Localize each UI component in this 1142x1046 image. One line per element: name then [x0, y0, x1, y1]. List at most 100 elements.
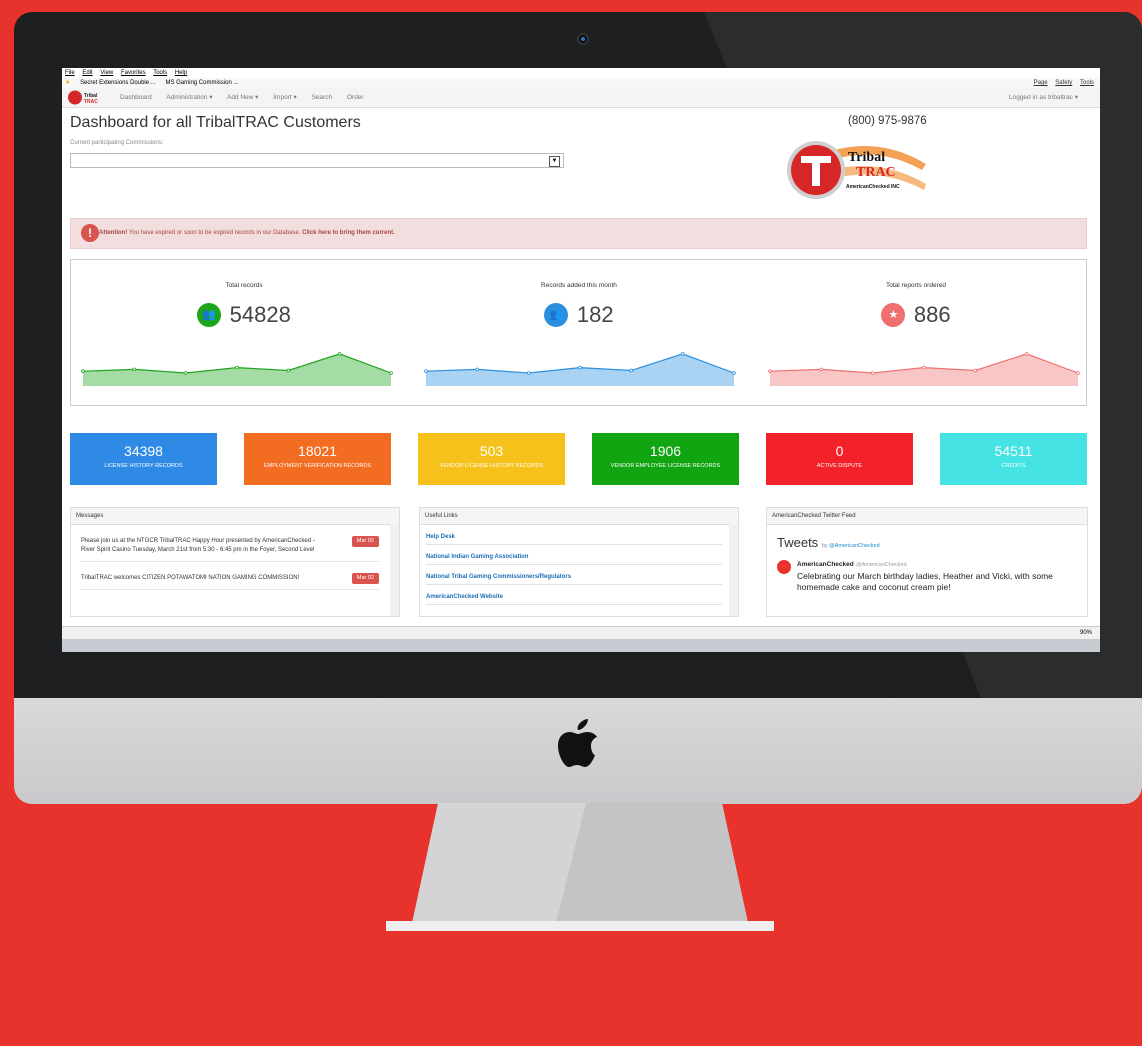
page-menu[interactable]: Page: [1034, 80, 1048, 86]
link-americanchecked[interactable]: AmericanChecked Website: [426, 585, 722, 605]
nav-dashboard[interactable]: Dashboard: [120, 94, 152, 101]
stat-value: 182: [576, 302, 614, 327]
users-icon: 👥: [197, 303, 222, 327]
sparkline-point: [768, 369, 772, 374]
logo-tagline: AmericanChecked INC: [846, 184, 900, 190]
tile-value: 1906: [649, 443, 682, 459]
sparkline-point: [819, 367, 824, 372]
sparkline-point: [475, 367, 480, 372]
star-icon: ★: [881, 303, 906, 327]
sparkline-point: [424, 369, 428, 374]
tile-employment-verification[interactable]: 18021 EMPLOYMENT VERIFICATION RECORDS: [244, 433, 391, 485]
browser-window: File Edit View Favorites Tools Help ★ Se…: [62, 68, 1100, 652]
chevron-down-icon[interactable]: ▼: [549, 156, 560, 167]
tile-credits[interactable]: 54511 CREDITS: [940, 433, 1087, 485]
nav-search[interactable]: Search: [312, 94, 333, 101]
os-taskbar: [62, 639, 1100, 652]
phone-number: (800) 975-9876: [848, 115, 927, 127]
menu-file[interactable]: File: [65, 70, 75, 76]
tile-value: 18021: [298, 443, 337, 459]
messages-title: Messages: [71, 508, 399, 525]
sparkline-records-month: [424, 352, 736, 386]
alert-text: You have expired or soon to be expired r…: [127, 230, 303, 236]
tile-vendor-employee[interactable]: 1906 VENDOR EMPLOYEE LICENSE RECORDS: [592, 433, 739, 485]
favorites-star-icon[interactable]: ★: [65, 80, 70, 86]
favorite-link[interactable]: Secret Extensions Double ...: [80, 80, 156, 86]
sparkline-point: [526, 371, 531, 375]
tribaltrac-logo[interactable]: Tribal TRAC: [68, 90, 106, 105]
stats-panel: Total records 👥 54828 Records added this…: [70, 259, 1087, 406]
tile-value: 34398: [124, 443, 163, 459]
tile-label: ACTIVE DISPUTE: [816, 463, 863, 469]
alert-lead: Attention!: [99, 230, 128, 236]
tools-menu[interactable]: Tools: [1080, 80, 1094, 86]
ie-menu-bar: File Edit View Favorites Tools Help: [62, 68, 1100, 78]
ie-status-bar: 90%: [62, 626, 1100, 640]
menu-view[interactable]: View: [100, 70, 113, 76]
links-scrollbar[interactable]: [729, 524, 738, 616]
tile-license-history[interactable]: 34398 LICENSE HISTORY RECORDS: [70, 433, 217, 485]
nav-order[interactable]: Order: [347, 94, 364, 101]
messages-scrollbar[interactable]: [390, 524, 399, 616]
stat-records-month: Records added this month 👥 182: [414, 260, 744, 405]
commissions-select[interactable]: ▼: [70, 153, 564, 168]
tile-label: CREDITS: [1001, 463, 1026, 469]
tile-value: 0: [835, 443, 844, 459]
app-navbar: Tribal TRAC Dashboard Administration ▾ A…: [62, 88, 1100, 108]
tile-value: 503: [479, 443, 504, 459]
sparkline-point: [1076, 371, 1080, 375]
alert-link[interactable]: Click here to bring them current.: [302, 230, 395, 236]
summary-tiles: 34398 LICENSE HISTORY RECORDS 18021 EMPL…: [70, 433, 1087, 485]
favorite-link[interactable]: MS Gaming Commission ...: [165, 80, 238, 86]
link-niga[interactable]: National Indian Gaming Association: [426, 545, 722, 565]
sparkline-point: [81, 369, 85, 374]
sparkline-point: [732, 371, 736, 375]
tweet-text: Celebrating our March birthday ladies, H…: [797, 571, 1053, 592]
menu-tools[interactable]: Tools: [153, 70, 167, 76]
sparkline-point: [870, 371, 875, 375]
message-text: Please join us at the NTGCR TribalTRAC H…: [81, 538, 315, 553]
twitter-title: AmericanChecked Twitter Feed: [767, 508, 1087, 525]
useful-links-panel: Useful Links Help Desk National Indian G…: [419, 507, 739, 617]
useful-links-title: Useful Links: [420, 508, 738, 525]
sparkline-reports-ordered: [768, 352, 1080, 386]
nav-import[interactable]: Import ▾: [273, 94, 297, 101]
imac-stand: [386, 803, 774, 931]
sparkline-point: [680, 352, 685, 356]
messages-panel: Messages Please join us at the NTGCR Tri…: [70, 507, 400, 617]
sparkline-point: [183, 371, 188, 375]
tweet-handle[interactable]: @AmericanChecked: [856, 562, 907, 568]
avatar[interactable]: [777, 560, 791, 574]
safety-menu[interactable]: Safety: [1055, 80, 1072, 86]
message-item: Please join us at the NTGCR TribalTRAC H…: [81, 525, 379, 562]
expired-records-alert: ! Attention! You have expired or soon to…: [70, 218, 1087, 249]
tweets-handle-link[interactable]: @AmericanChecked: [829, 543, 880, 549]
page-title: Dashboard for all TribalTRAC Customers: [70, 114, 361, 131]
sparkline-point: [389, 371, 393, 375]
link-ntgcr[interactable]: National Tribal Gaming Commissioners/Reg…: [426, 565, 722, 585]
nav-add-new[interactable]: Add New ▾: [227, 94, 258, 101]
tile-label: VENDOR EMPLOYEE LICENSE RECORDS: [610, 463, 721, 469]
menu-edit[interactable]: Edit: [82, 70, 92, 76]
tweet-author[interactable]: AmericanChecked: [797, 561, 854, 568]
commissions-label: Current participating Commissions:: [70, 140, 164, 146]
sparkline-point: [1024, 352, 1029, 356]
link-help-desk[interactable]: Help Desk: [426, 525, 722, 545]
stat-reports-ordered: Total reports ordered ★ 886: [751, 260, 1081, 405]
sparkline-point: [132, 367, 137, 372]
tile-vendor-license[interactable]: 503 VENDOR LICENSE HISTORY RECORDS: [418, 433, 565, 485]
nav-administration[interactable]: Administration ▾: [166, 94, 212, 101]
tweets-label: Tweets: [777, 535, 819, 550]
command-bar: Page Safety Tools: [1028, 78, 1094, 88]
dashboard-content: Dashboard for all TribalTRAC Customers C…: [62, 108, 1100, 633]
imac-chin: [14, 698, 1142, 804]
menu-help[interactable]: Help: [175, 70, 187, 76]
sparkline-point: [286, 368, 291, 373]
user-menu[interactable]: Logged in as tribaltrac ▾: [1009, 88, 1078, 107]
tile-active-dispute[interactable]: 0 ACTIVE DISPUTE: [766, 433, 913, 485]
tile-label: LICENSE HISTORY RECORDS: [104, 463, 183, 469]
menu-favorites[interactable]: Favorites: [121, 70, 146, 76]
sparkline-total-records: [81, 352, 393, 386]
sparkline-point: [922, 365, 926, 370]
tile-label: EMPLOYMENT VERIFICATION RECORDS: [263, 463, 372, 469]
